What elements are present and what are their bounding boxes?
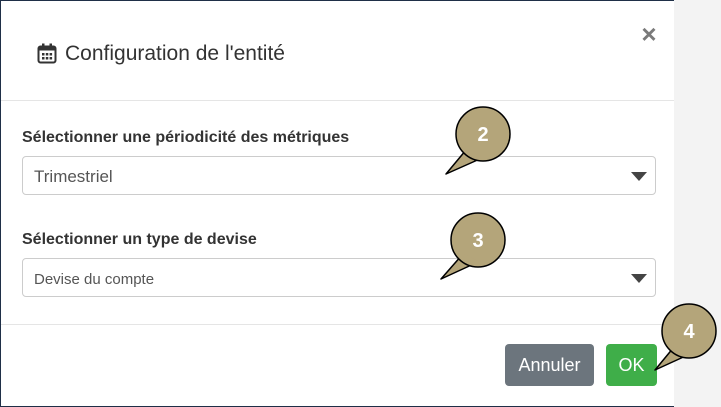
chevron-down-icon	[631, 172, 647, 181]
cancel-button[interactable]: Annuler	[505, 344, 594, 386]
chevron-down-icon	[631, 274, 647, 283]
currency-type-label: Sélectionner un type de devise	[22, 231, 257, 248]
periodicity-label: Sélectionner une périodicité des métriqu…	[22, 129, 350, 146]
calendar-icon	[37, 43, 57, 64]
dialog-header: Configuration de l'entité ×	[1, 1, 674, 101]
background-strip	[674, 0, 721, 407]
ok-button[interactable]: OK	[606, 344, 657, 386]
currency-type-select[interactable]: Devise du compte	[22, 258, 656, 297]
periodicity-select[interactable]: Trimestriel	[22, 156, 656, 195]
periodicity-selected-value: Trimestriel	[34, 167, 113, 186]
close-icon[interactable]: ×	[637, 21, 661, 47]
currency-type-selected-value: Devise du compte	[34, 271, 155, 288]
dialog-title: Configuration de l'entité	[65, 42, 285, 65]
